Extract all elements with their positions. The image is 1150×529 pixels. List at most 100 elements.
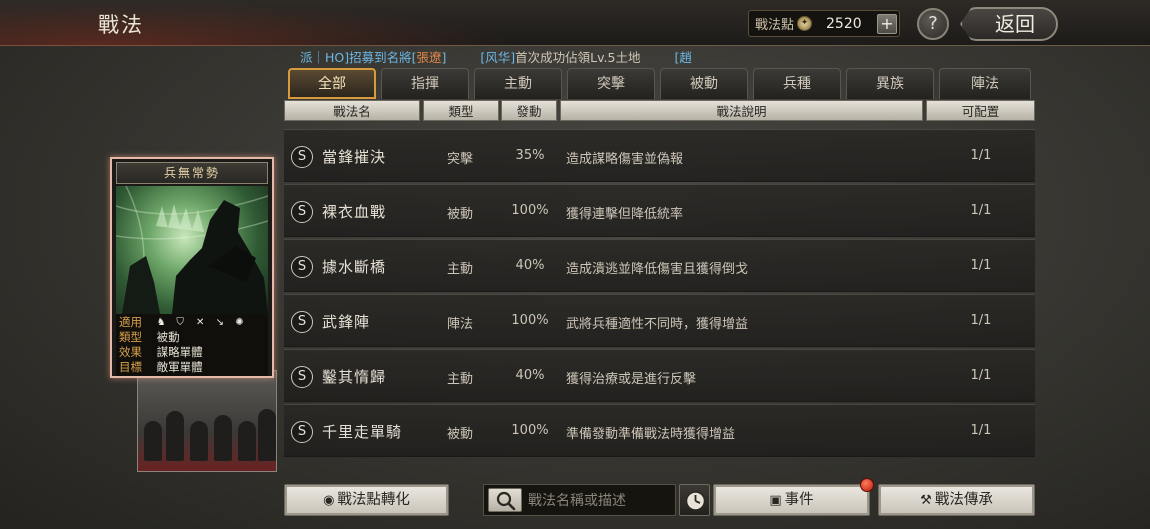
search-input[interactable] — [528, 490, 672, 511]
top-bar: 戰法 戰法點 ✦ 2520 + ? 返回 — [0, 0, 1150, 46]
tactic-type: 被動 — [446, 207, 473, 222]
tab-active[interactable]: 主動 — [474, 68, 562, 99]
tactic-row[interactable]: S 千里走單騎 被動 100% 準備發動準備戰法時獲得增益 1/1 — [284, 404, 1035, 457]
search-button[interactable] — [488, 488, 522, 512]
tactic-row[interactable]: S 當鋒摧決 突擊 35% 造成謀略傷害並偽報 1/1 — [284, 129, 1035, 182]
tactic-description: 武將兵種適性不同時，獲得增益 — [566, 317, 749, 332]
card-target-value: 敵軍單體 — [156, 360, 203, 374]
tactic-slots: 1/1 — [970, 258, 992, 273]
category-tabs: 全部 指揮 主動 突擊 被動 兵種 異族 陣法 — [288, 68, 1031, 100]
tactic-inherit-button[interactable]: ⚒ 戰法傳承 — [878, 484, 1035, 516]
tactic-points-value: 2520 — [826, 15, 862, 32]
spear-icon: ↘ — [215, 316, 225, 328]
tab-troop-type[interactable]: 兵種 — [753, 68, 841, 99]
card-type-line: 類型 被動 — [119, 330, 265, 345]
tactic-points-label: 戰法點 — [755, 18, 795, 33]
back-button[interactable]: 返回 — [960, 7, 1058, 41]
cavalry-icon: ♞ — [156, 316, 166, 328]
siege-icon: ✺ — [235, 316, 244, 328]
rarity-s-badge: S — [291, 201, 313, 223]
card-apply-line: 適用 ♞ ⛉ ✕ ↘ ✺ — [119, 315, 265, 330]
tactic-description: 造成謀略傷害並偽報 — [566, 152, 684, 167]
tactic-type: 被動 — [446, 427, 473, 442]
tactic-slots: 1/1 — [970, 313, 992, 328]
tactic-points-display: 戰法點 ✦ 2520 + — [748, 10, 900, 37]
column-header-type[interactable]: 類型 — [423, 100, 499, 121]
next-tactic-card-preview[interactable] — [137, 370, 277, 472]
tactic-rate: 100% — [511, 313, 549, 328]
ticker-msg-1-prefix: 派｜HO]招募到名將[ — [300, 50, 417, 65]
convert-points-label: 戰法點轉化 — [337, 492, 410, 508]
card-target-label: 目標 — [119, 360, 142, 374]
tab-command[interactable]: 指揮 — [381, 68, 469, 99]
card-target-line: 目標 敵軍單體 — [119, 360, 265, 375]
card-info-panel: 適用 ♞ ⛉ ✕ ↘ ✺ 類型 被動 效果 謀略單體 目標 敵軍單體 — [116, 314, 268, 376]
add-points-button[interactable]: + — [877, 14, 897, 34]
tab-assault[interactable]: 突擊 — [567, 68, 655, 99]
card-apply-label: 適用 — [119, 315, 142, 329]
tactic-description: 獲得連擊但降低統率 — [566, 207, 684, 222]
column-header-rate[interactable]: 發動 — [501, 100, 557, 121]
header-decoration — [0, 0, 520, 46]
card-title: 兵無常勢 — [116, 162, 268, 184]
ticker-msg-3: [趙 — [674, 50, 692, 65]
soldier-silhouette — [190, 421, 208, 461]
soldier-silhouette — [238, 421, 256, 461]
tactic-name: 武鋒陣 — [322, 313, 371, 331]
page-title: 戰法 — [98, 13, 144, 37]
tactic-description: 造成潰逃並降低傷害且獲得倒戈 — [566, 262, 749, 277]
tactics-screen: 戰法 戰法點 ✦ 2520 + ? 返回 派｜HO]招募到名將[張遼] [风华]… — [0, 0, 1150, 529]
news-ticker: 派｜HO]招募到名將[張遼] [风华]首次成功佔領Lv.5土地 [趙 — [300, 47, 820, 65]
tactic-point-coin-icon: ✦ — [797, 16, 813, 31]
soldier-silhouette — [258, 409, 276, 461]
convert-points-button[interactable]: ◉ 戰法點轉化 — [284, 484, 449, 516]
event-scroll-icon: ▣ — [769, 493, 782, 508]
tactic-name: 裸衣血戰 — [322, 203, 387, 221]
help-button[interactable]: ? — [917, 8, 949, 40]
bow-icon: ✕ — [195, 316, 205, 328]
tactic-row[interactable]: S 鑿其惰歸 主動 40% 獲得治療或是進行反擊 1/1 — [284, 349, 1035, 402]
tactic-slots: 1/1 — [970, 423, 992, 438]
tactic-type: 主動 — [446, 372, 473, 387]
rarity-s-badge: S — [291, 421, 313, 443]
ticker-msg-2-prefix: [风华] — [480, 50, 516, 65]
tactic-row[interactable]: S 據水斷橋 主動 40% 造成潰逃並降低傷害且獲得倒戈 1/1 — [284, 239, 1035, 292]
tactic-inherit-label: 戰法傳承 — [934, 492, 993, 508]
tactic-type: 主動 — [446, 262, 473, 277]
card-effect-label: 效果 — [119, 345, 142, 359]
ticker-msg-1-suffix: ] — [441, 50, 447, 65]
tactic-rate: 35% — [515, 148, 545, 163]
notification-badge — [860, 478, 874, 492]
tactic-type: 突擊 — [446, 152, 473, 167]
tab-all[interactable]: 全部 — [288, 68, 376, 99]
column-header-description: 戰法說明 — [560, 100, 923, 121]
tactic-slots: 1/1 — [970, 148, 992, 163]
column-header-name[interactable]: 戰法名 — [284, 100, 420, 121]
search-bar — [483, 484, 676, 516]
points-coin-icon: ◉ — [323, 493, 335, 508]
ticker-msg-2-text: 首次成功佔領Lv.5土地 — [515, 50, 641, 65]
tab-passive[interactable]: 被動 — [660, 68, 748, 99]
tactic-slots: 1/1 — [970, 203, 992, 218]
tactic-name: 當鋒摧決 — [322, 148, 387, 166]
tactic-slots: 1/1 — [970, 368, 992, 383]
tactic-row[interactable]: S 裸衣血戰 被動 100% 獲得連擊但降低統率 1/1 — [284, 184, 1035, 237]
tab-foreign[interactable]: 異族 — [846, 68, 934, 99]
soldier-silhouette — [144, 421, 162, 461]
card-type-label: 類型 — [119, 330, 142, 344]
tactic-rate: 100% — [511, 203, 549, 218]
card-type-value: 被動 — [156, 330, 180, 344]
card-artwork — [116, 186, 268, 314]
soldier-silhouette — [166, 411, 184, 461]
tactic-rate: 40% — [515, 368, 545, 383]
tactic-row[interactable]: S 武鋒陣 陣法 100% 武將兵種適性不同時，獲得增益 1/1 — [284, 294, 1035, 347]
hammer-icon: ⚒ — [920, 493, 932, 508]
events-button[interactable]: ▣ 事件 — [713, 484, 870, 516]
card-effect-value: 謀略單體 — [156, 345, 203, 359]
tactic-rate: 40% — [515, 258, 545, 273]
history-button[interactable] — [679, 484, 710, 516]
column-header-slots[interactable]: 可配置 — [926, 100, 1035, 121]
tab-formation[interactable]: 陣法 — [939, 68, 1031, 99]
selected-tactic-card[interactable]: 兵無常勢 適用 ♞ ⛉ ✕ ↘ ✺ 類型 被動 效果 謀略單體 目標 敵軍單體 — [110, 157, 274, 378]
tactics-list[interactable]: S 當鋒摧決 突擊 35% 造成謀略傷害並偽報 1/1 S 裸衣血戰 被動 10… — [284, 125, 1035, 471]
